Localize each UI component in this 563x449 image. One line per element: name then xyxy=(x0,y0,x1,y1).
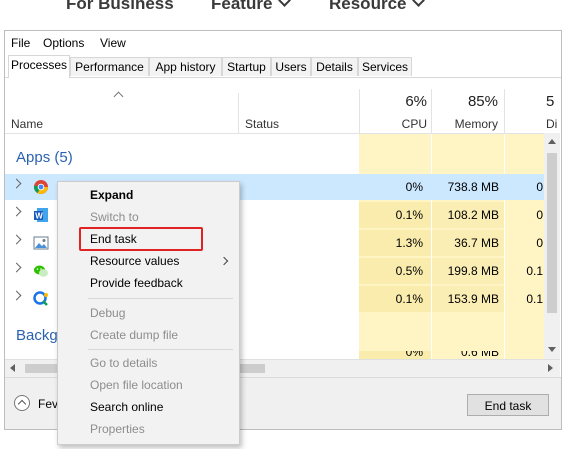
tab-app-history[interactable]: App history xyxy=(149,57,222,76)
sort-up-icon xyxy=(113,91,124,102)
end-task-button[interactable]: End task xyxy=(467,394,549,416)
menu-separator xyxy=(88,298,233,299)
fewer-details-link[interactable]: Fev xyxy=(38,397,58,411)
row-cpu: 0.1% xyxy=(395,292,423,306)
column-divider xyxy=(504,89,505,133)
menu-item-resource-values[interactable]: Resource values xyxy=(90,251,179,271)
menu-item-go-to-details[interactable]: Go to details xyxy=(90,353,157,373)
menu-item-debug[interactable]: Debug xyxy=(90,303,125,323)
menu-item-open-file-location[interactable]: Open file location xyxy=(90,375,183,395)
menubar: File Options View xyxy=(5,31,561,53)
menu-item-switch-to[interactable]: Switch to xyxy=(90,207,139,227)
row-cpu: 0% xyxy=(405,351,423,359)
row-memory: 0.6 MB xyxy=(460,351,499,359)
nav-item-label: Feature xyxy=(211,0,273,13)
column-header-name[interactable]: Name xyxy=(11,117,43,131)
menu-item-create-dump-file[interactable]: Create dump file xyxy=(90,325,178,345)
menu-item-search-online[interactable]: Search online xyxy=(90,397,163,417)
menu-file[interactable]: File xyxy=(11,36,30,50)
disk-total-percent: 5 xyxy=(546,93,555,110)
nav-item-label: For Business xyxy=(66,0,174,13)
row-memory: 738.8 MB xyxy=(447,180,499,194)
menu-item-properties[interactable]: Properties xyxy=(90,419,145,439)
menu-separator xyxy=(88,349,233,350)
chevron-up-icon xyxy=(17,399,27,409)
scroll-right-icon[interactable] xyxy=(548,364,553,372)
scrollbar-thumb[interactable] xyxy=(547,153,557,313)
row-memory: 199.8 MB xyxy=(447,264,499,278)
row-disk: 0.1 xyxy=(526,292,543,306)
tab-bar: Processes Performance App history Startu… xyxy=(5,55,561,78)
row-memory: 153.9 MB xyxy=(447,292,499,306)
row-cpu: 1.3% xyxy=(395,236,423,250)
tab-details[interactable]: Details xyxy=(311,57,358,76)
row-memory: 108.2 MB xyxy=(447,208,499,222)
column-divider xyxy=(238,93,239,133)
row-cpu: 0.1% xyxy=(395,208,423,222)
website-nav: s For Business Feature Resource xyxy=(0,0,563,28)
scroll-left-icon[interactable] xyxy=(10,364,15,372)
row-disk: 0 xyxy=(536,180,543,194)
column-header-memory[interactable]: Memory xyxy=(432,117,498,131)
nav-item-partial[interactable]: s xyxy=(0,0,9,14)
chevron-down-icon xyxy=(278,0,292,7)
row-cpu: 0% xyxy=(405,180,423,194)
nav-item-resource[interactable]: Resource xyxy=(329,0,426,14)
tab-users[interactable]: Users xyxy=(271,57,311,76)
chevron-right-icon[interactable] xyxy=(11,290,22,301)
app-icon xyxy=(33,291,49,307)
chrome-icon xyxy=(33,179,49,195)
menu-item-expand[interactable]: Expand xyxy=(90,185,133,205)
chevron-right-icon[interactable] xyxy=(11,206,22,217)
row-disk: 0 xyxy=(536,208,543,222)
scroll-down-icon[interactable] xyxy=(548,347,556,352)
chevron-right-icon[interactable] xyxy=(11,262,22,273)
column-header-status[interactable]: Status xyxy=(245,117,279,131)
row-disk: 0 xyxy=(536,236,543,250)
nav-item-feature[interactable]: Feature xyxy=(211,0,292,14)
chevron-down-icon xyxy=(412,0,426,7)
fewer-details-icon[interactable] xyxy=(14,395,30,411)
menu-view[interactable]: View xyxy=(100,36,126,50)
row-disk: 0.1 xyxy=(526,264,543,278)
column-header-cpu[interactable]: CPU xyxy=(359,117,427,131)
word-icon: W xyxy=(33,207,49,223)
end-task-highlight-annotation xyxy=(79,227,203,251)
wechat-icon xyxy=(33,263,49,279)
group-header-apps: Apps (5) xyxy=(16,149,73,166)
svg-text:W: W xyxy=(35,212,43,221)
header-divider xyxy=(5,133,545,134)
column-header-disk[interactable]: Di xyxy=(546,117,557,131)
memory-total-percent: 85% xyxy=(467,93,498,110)
tab-services[interactable]: Services xyxy=(358,57,412,76)
chevron-right-icon[interactable] xyxy=(11,178,22,189)
tab-processes[interactable]: Processes xyxy=(8,55,70,78)
menu-options[interactable]: Options xyxy=(43,36,84,50)
scroll-up-icon[interactable] xyxy=(548,139,556,144)
photos-icon xyxy=(33,235,49,251)
context-menu: Expand Switch to End task Resource value… xyxy=(57,181,240,445)
nav-item-label: Resource xyxy=(329,0,407,13)
vertical-scrollbar[interactable] xyxy=(544,133,560,359)
row-memory: 36.7 MB xyxy=(454,236,499,250)
group-header-background: Backg xyxy=(16,327,58,344)
tab-performance[interactable]: Performance xyxy=(70,57,149,76)
row-cpu: 0.5% xyxy=(395,264,423,278)
cpu-total-percent: 6% xyxy=(405,93,427,110)
submenu-arrow-icon xyxy=(219,256,229,266)
nav-item-for-business[interactable]: For Business xyxy=(66,0,174,14)
menu-item-provide-feedback[interactable]: Provide feedback xyxy=(90,273,183,293)
tab-startup[interactable]: Startup xyxy=(222,57,271,76)
chevron-right-icon[interactable] xyxy=(11,234,22,245)
